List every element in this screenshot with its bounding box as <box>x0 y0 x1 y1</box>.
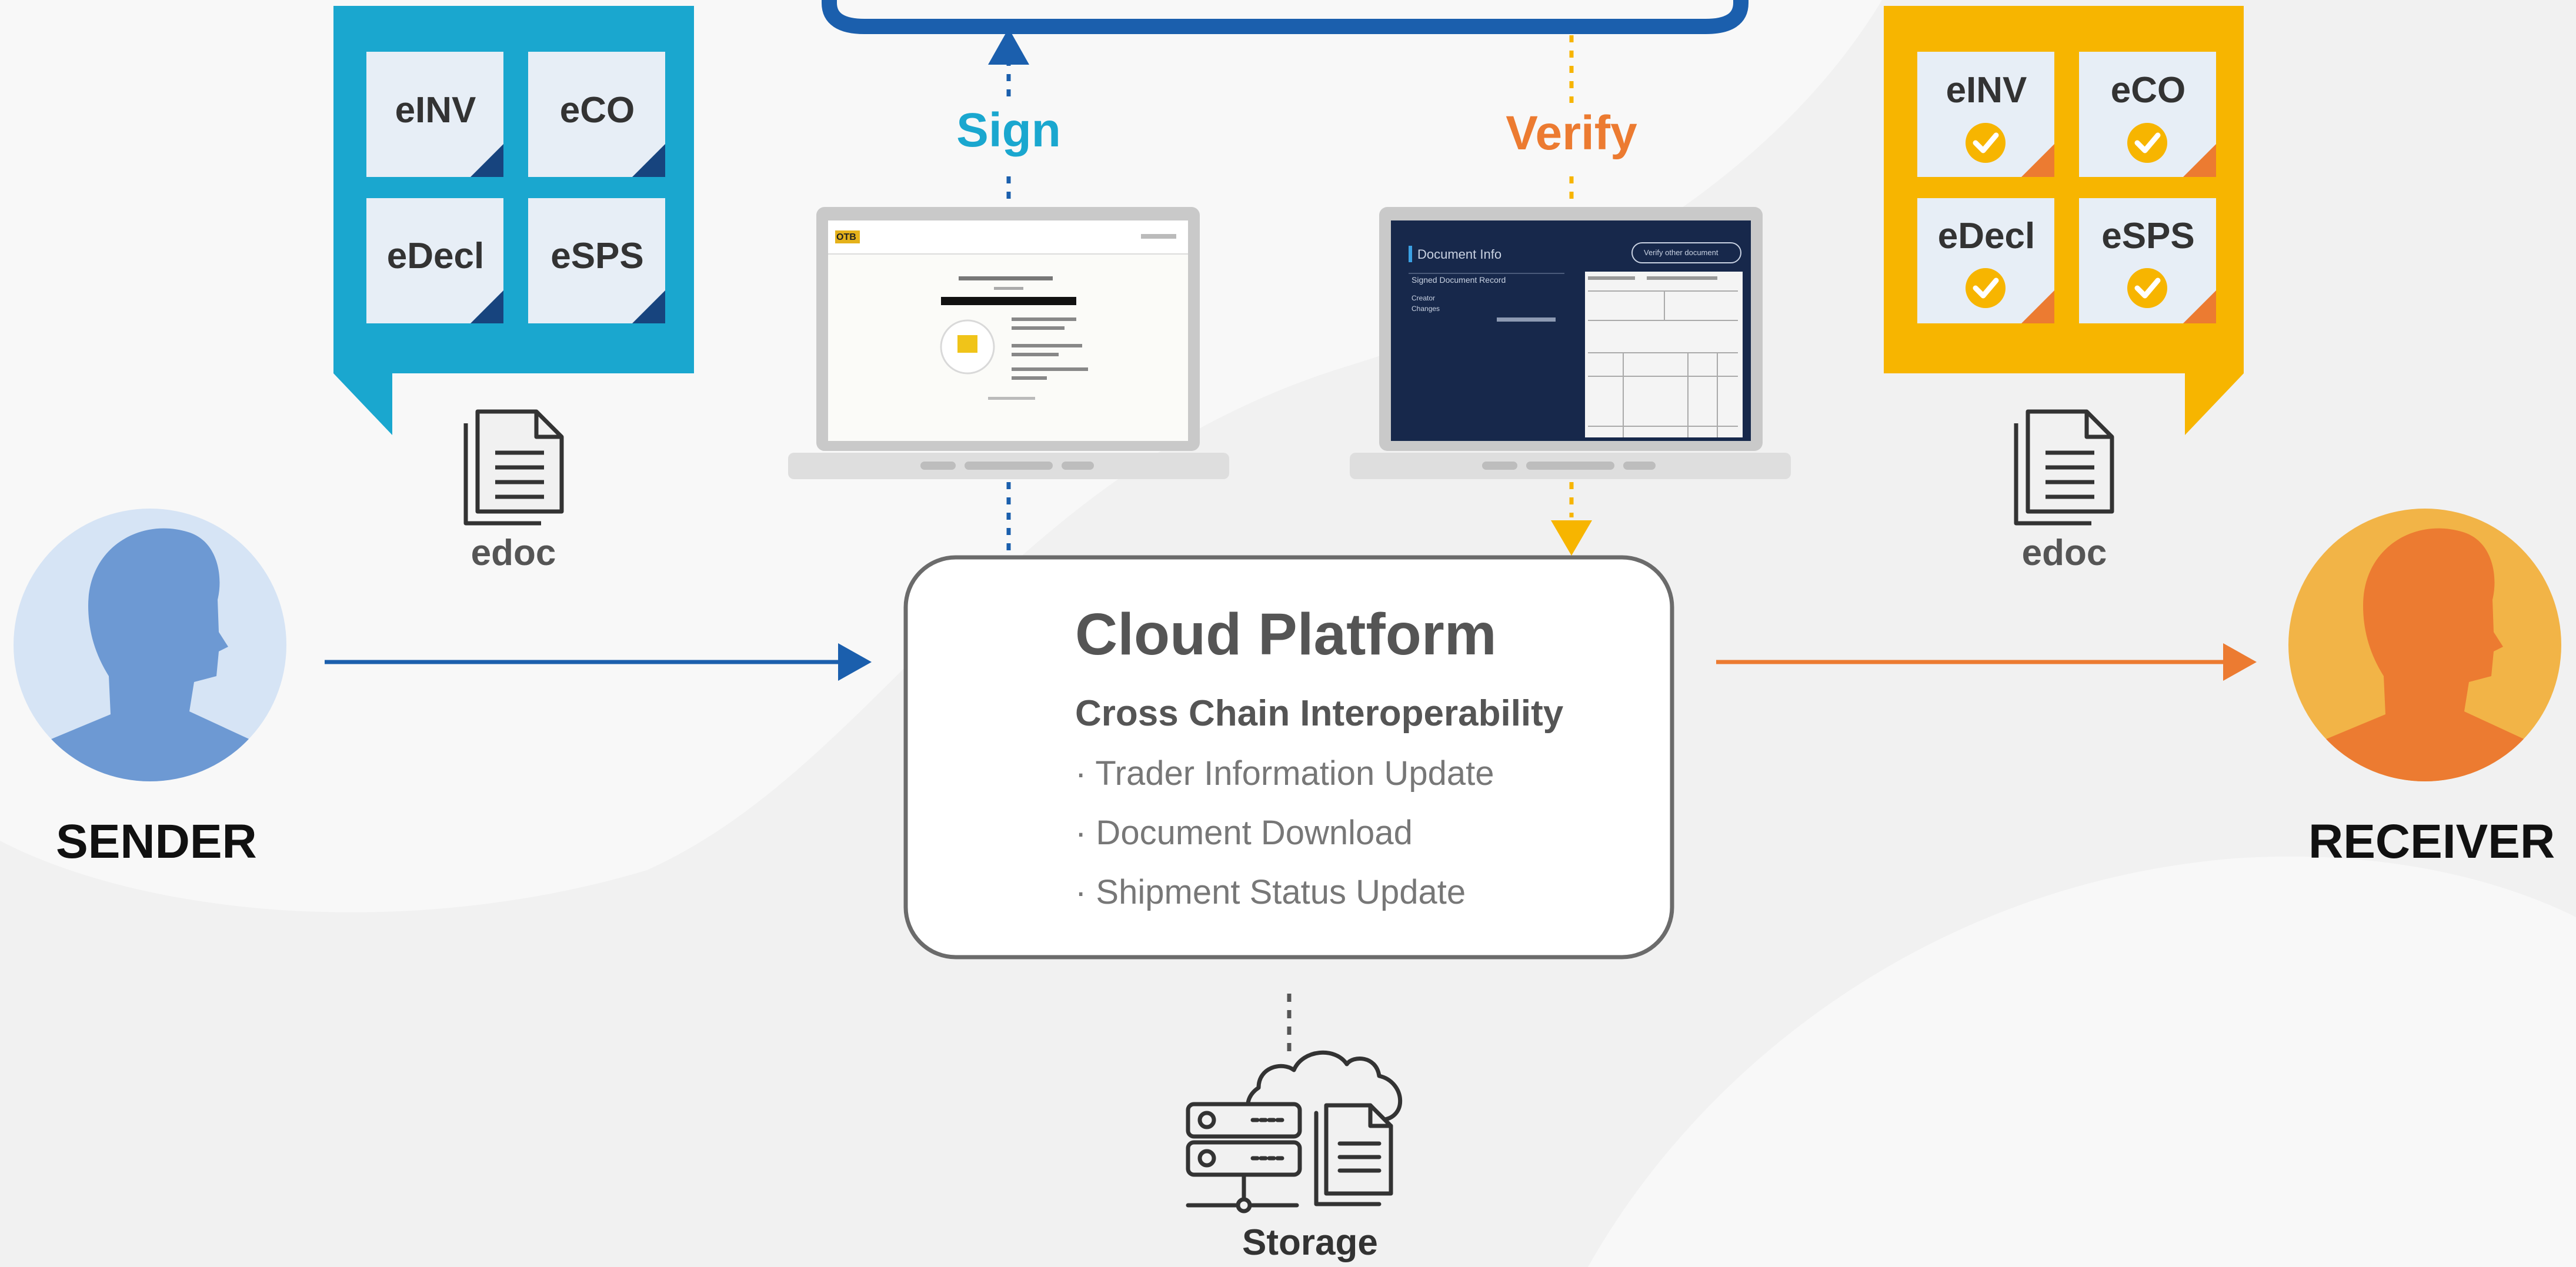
cloud-platform-title: Cloud Platform <box>1075 601 1497 667</box>
cloud-platform-item: · Trader Information Update <box>1075 754 1494 793</box>
receiver-edoc-icon <box>2014 409 2114 526</box>
check-icon <box>1966 268 2006 308</box>
verify-screen-creator: Creator <box>1412 294 1436 302</box>
sender-label: SENDER <box>56 815 257 868</box>
sender-document-card <box>333 6 694 435</box>
cloud-platform-item: · Shipment Status Update <box>1075 873 1466 911</box>
check-icon <box>2127 268 2167 308</box>
sign-screen-logo: OTB <box>836 232 856 242</box>
verify-laptop <box>1350 207 1791 479</box>
sign-label: Sign <box>956 103 1061 157</box>
background-wave-right <box>1588 856 2576 1267</box>
sender-doc-label-esps: eSPS <box>550 236 644 276</box>
sender-edoc-label: edoc <box>471 533 556 573</box>
cloud-platform-subtitle: Cross Chain Interoperability <box>1075 693 1564 734</box>
storage-label: Storage <box>1242 1222 1378 1263</box>
sign-laptop <box>788 207 1229 479</box>
sender-doc-label-eco: eCO <box>559 90 635 131</box>
cloud-platform-item: · Document Download <box>1075 814 1413 852</box>
receiver-doc-label-eco: eCO <box>2110 70 2186 111</box>
receiver-doc-label-einv: eINV <box>1946 70 2027 111</box>
receiver-avatar <box>2288 509 2561 781</box>
receiver-label: RECEIVER <box>2308 815 2555 868</box>
check-icon <box>1966 123 2006 163</box>
sender-edoc-icon <box>463 409 564 526</box>
check-icon <box>2127 123 2167 163</box>
receiver-edoc-label: edoc <box>2021 533 2107 573</box>
cloud-to-receiver-arrow <box>1716 643 2257 681</box>
verify-other-document-button[interactable]: Verify other document <box>1644 248 1718 257</box>
verify-label: Verify <box>1506 106 1637 160</box>
storage-icon <box>1186 1050 1403 1213</box>
verify-screen-header: Document Info <box>1417 247 1502 262</box>
receiver-doc-label-edecl: eDecl <box>1937 216 2036 256</box>
verify-screen-record: Signed Document Record <box>1412 275 1506 285</box>
receiver-doc-label-esps: eSPS <box>2101 216 2195 256</box>
verify-screen-changes: Changes <box>1412 305 1440 313</box>
sender-doc-label-einv: eINV <box>395 90 476 131</box>
sender-doc-label-edecl: eDecl <box>386 236 485 276</box>
